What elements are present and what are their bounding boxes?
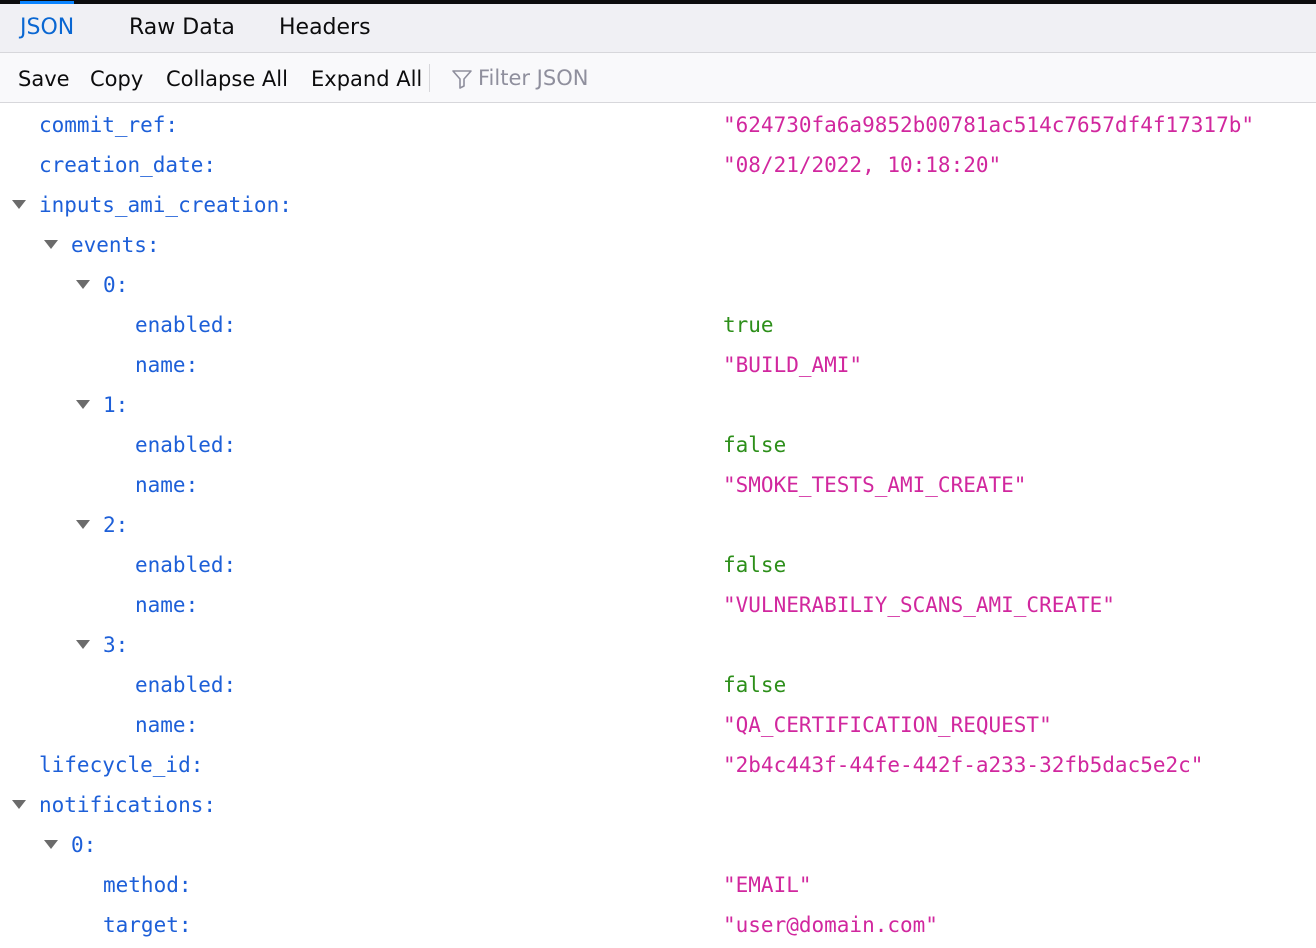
json-key: name: [135,593,199,617]
json-key: enabled: [135,313,237,337]
json-row: name: "BUILD_AMI" [0,345,1316,385]
json-row[interactable]: 0: [0,265,1316,305]
toolbar-divider [429,64,430,92]
json-value: "QA_CERTIFICATION_REQUEST" [723,713,1052,737]
json-key: creation_date: [39,153,217,177]
json-row[interactable]: events: [0,225,1316,265]
json-key: name: [135,713,199,737]
json-row[interactable]: 0: [0,825,1316,865]
filter-box[interactable] [448,53,748,103]
json-value: "EMAIL" [723,873,812,897]
json-row: creation_date: "08/21/2022, 10:18:20" [0,145,1316,185]
json-key: lifecycle_id: [39,753,204,777]
json-key: name: [135,353,199,377]
collapse-all-button[interactable]: Collapse All [166,53,288,103]
json-key: enabled: [135,673,237,697]
json-row: name: "QA_CERTIFICATION_REQUEST" [0,705,1316,745]
tab-headers[interactable]: Headers [279,4,371,52]
json-value: "BUILD_AMI" [723,353,863,377]
json-key: enabled: [135,553,237,577]
json-value: false [723,433,787,457]
json-row: enabled: true [0,305,1316,345]
json-value: "2b4c443f-44fe-442f-a233-32fb5dac5e2c" [723,753,1204,777]
json-value: "624730fa6a9852b00781ac514c7657df4f17317… [723,113,1255,137]
expand-toggle-icon[interactable] [76,520,90,529]
expand-all-button[interactable]: Expand All [311,53,422,103]
json-row[interactable]: 2: [0,505,1316,545]
json-key: enabled: [135,433,237,457]
json-key: inputs_ami_creation: [39,193,292,217]
json-row: commit_ref: "624730fa6a9852b00781ac514c76… [0,105,1316,145]
expand-toggle-icon[interactable] [76,400,90,409]
filter-json-input[interactable] [478,63,738,93]
json-row: name: "SMOKE_TESTS_AMI_CREATE" [0,465,1316,505]
json-row[interactable]: inputs_ami_creation: [0,185,1316,225]
filter-icon [452,70,472,89]
json-row: enabled: false [0,665,1316,705]
json-row[interactable]: 1: [0,385,1316,425]
json-row: target: "user@domain.com" [0,905,1316,945]
json-key: target: [103,913,192,937]
tab-raw-data[interactable]: Raw Data [129,4,235,52]
json-key: 1: [103,393,129,417]
expand-toggle-icon[interactable] [44,240,58,249]
json-value: "SMOKE_TESTS_AMI_CREATE" [723,473,1027,497]
json-value: "08/21/2022, 10:18:20" [723,153,1002,177]
json-row[interactable]: notifications: [0,785,1316,825]
json-key: 0: [71,833,97,857]
save-button[interactable]: Save [18,53,70,103]
viewer-tab-bar: JSON Raw Data Headers [0,1,1316,53]
json-value: "user@domain.com" [723,913,938,937]
expand-toggle-icon[interactable] [76,640,90,649]
json-value: false [723,553,787,577]
json-row: lifecycle_id: "2b4c443f-44fe-442f-a233-32… [0,745,1316,785]
json-key: name: [135,473,199,497]
json-row: enabled: false [0,545,1316,585]
json-key: 2: [103,513,129,537]
copy-button[interactable]: Copy [90,53,143,103]
json-value: true [723,313,774,337]
expand-toggle-icon[interactable] [12,800,26,809]
json-value: false [723,673,787,697]
expand-toggle-icon[interactable] [76,280,90,289]
json-row: name: "VULNERABILIY_SCANS_AMI_CREATE" [0,585,1316,625]
tab-json[interactable]: JSON [20,1,75,52]
json-key: notifications: [39,793,217,817]
json-row[interactable]: 3: [0,625,1316,665]
json-key: 0: [103,273,129,297]
json-value: "VULNERABILIY_SCANS_AMI_CREATE" [723,593,1115,617]
json-key: method: [103,873,192,897]
json-row: enabled: false [0,425,1316,465]
expand-toggle-icon[interactable] [44,840,58,849]
json-key: events: [71,233,160,257]
json-row: method: "EMAIL" [0,865,1316,905]
json-key: commit_ref: [39,113,179,137]
json-toolbar: Save Copy Collapse All Expand All [0,53,1316,103]
json-key: 3: [103,633,129,657]
expand-toggle-icon[interactable] [12,200,26,209]
